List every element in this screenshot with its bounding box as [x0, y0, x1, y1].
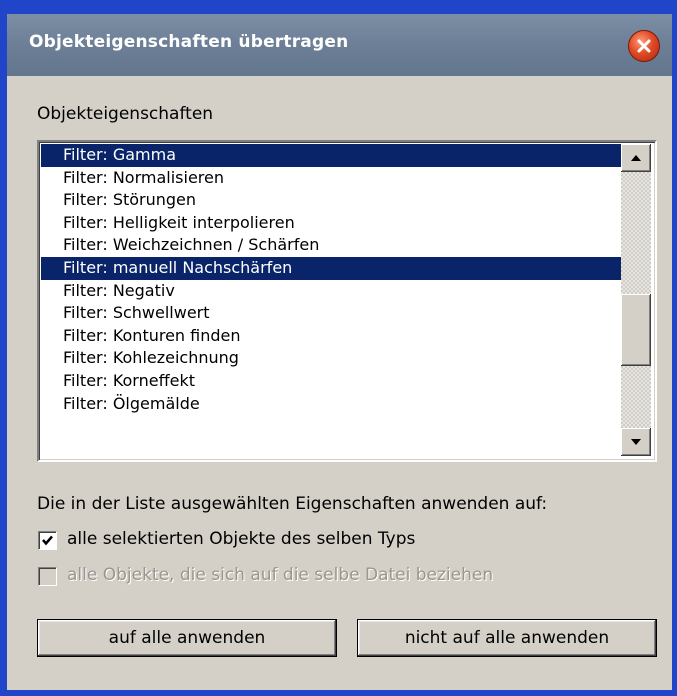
scrollbar-thumb[interactable] — [621, 294, 651, 366]
list-item[interactable]: Filter: manuell Nachschärfen — [41, 256, 621, 280]
list-item[interactable]: Filter: Störungen — [41, 189, 621, 212]
list-item[interactable]: Filter: Konturen finden — [41, 325, 621, 348]
dialog-content: Objekteigenschaften Filter: Gamma Filter:… — [7, 76, 672, 690]
close-button[interactable] — [628, 30, 660, 62]
arrow-up-icon — [631, 155, 641, 161]
checkmark-icon — [42, 535, 53, 546]
list-item[interactable]: Filter: Negativ — [41, 280, 621, 303]
same-file-label: alle Objekte, die sich auf die selbe Dat… — [67, 565, 494, 585]
list-item[interactable]: Filter: Gamma — [41, 144, 621, 167]
scroll-up-button[interactable] — [621, 144, 651, 172]
list-item[interactable]: Filter: Normalisieren — [41, 167, 621, 190]
list-item[interactable]: Filter: Helligkeit interpolieren — [41, 212, 621, 235]
not-apply-all-button[interactable]: nicht auf alle anwenden — [357, 619, 657, 657]
window-title: Objekteigenschaften übertragen — [29, 32, 349, 52]
same-type-checkbox[interactable] — [38, 531, 57, 550]
list-item[interactable]: Filter: Kohlezeichnung — [41, 347, 621, 370]
properties-list: Filter: Gamma Filter: Normalisieren Filter… — [41, 144, 621, 415]
properties-label: Objekteigenschaften — [37, 104, 214, 124]
same-type-label[interactable]: alle selektierten Objekte des selben Typ… — [67, 529, 415, 549]
arrow-down-icon — [631, 439, 641, 445]
list-item[interactable]: Filter: Korneffekt — [41, 370, 621, 393]
title-bar[interactable]: Objekteigenschaften übertragen — [7, 14, 672, 77]
scroll-down-button[interactable] — [621, 428, 651, 456]
apply-heading: Die in der Liste ausgewählten Eigenschaf… — [37, 494, 548, 514]
apply-all-button[interactable]: auf alle anwenden — [37, 619, 337, 657]
list-item[interactable]: Filter: Weichzeichnen / Schärfen — [41, 234, 621, 257]
close-icon — [637, 39, 651, 53]
list-item[interactable]: Filter: Schwellwert — [41, 302, 621, 325]
vertical-scrollbar[interactable] — [621, 144, 651, 456]
properties-listbox[interactable]: Filter: Gamma Filter: Normalisieren Filter… — [37, 140, 657, 462]
dialog-window: Objekteigenschaften übertragen Objekteig… — [7, 14, 672, 690]
list-item[interactable]: Filter: Ölgemälde — [41, 393, 621, 416]
same-file-checkbox — [38, 567, 57, 586]
